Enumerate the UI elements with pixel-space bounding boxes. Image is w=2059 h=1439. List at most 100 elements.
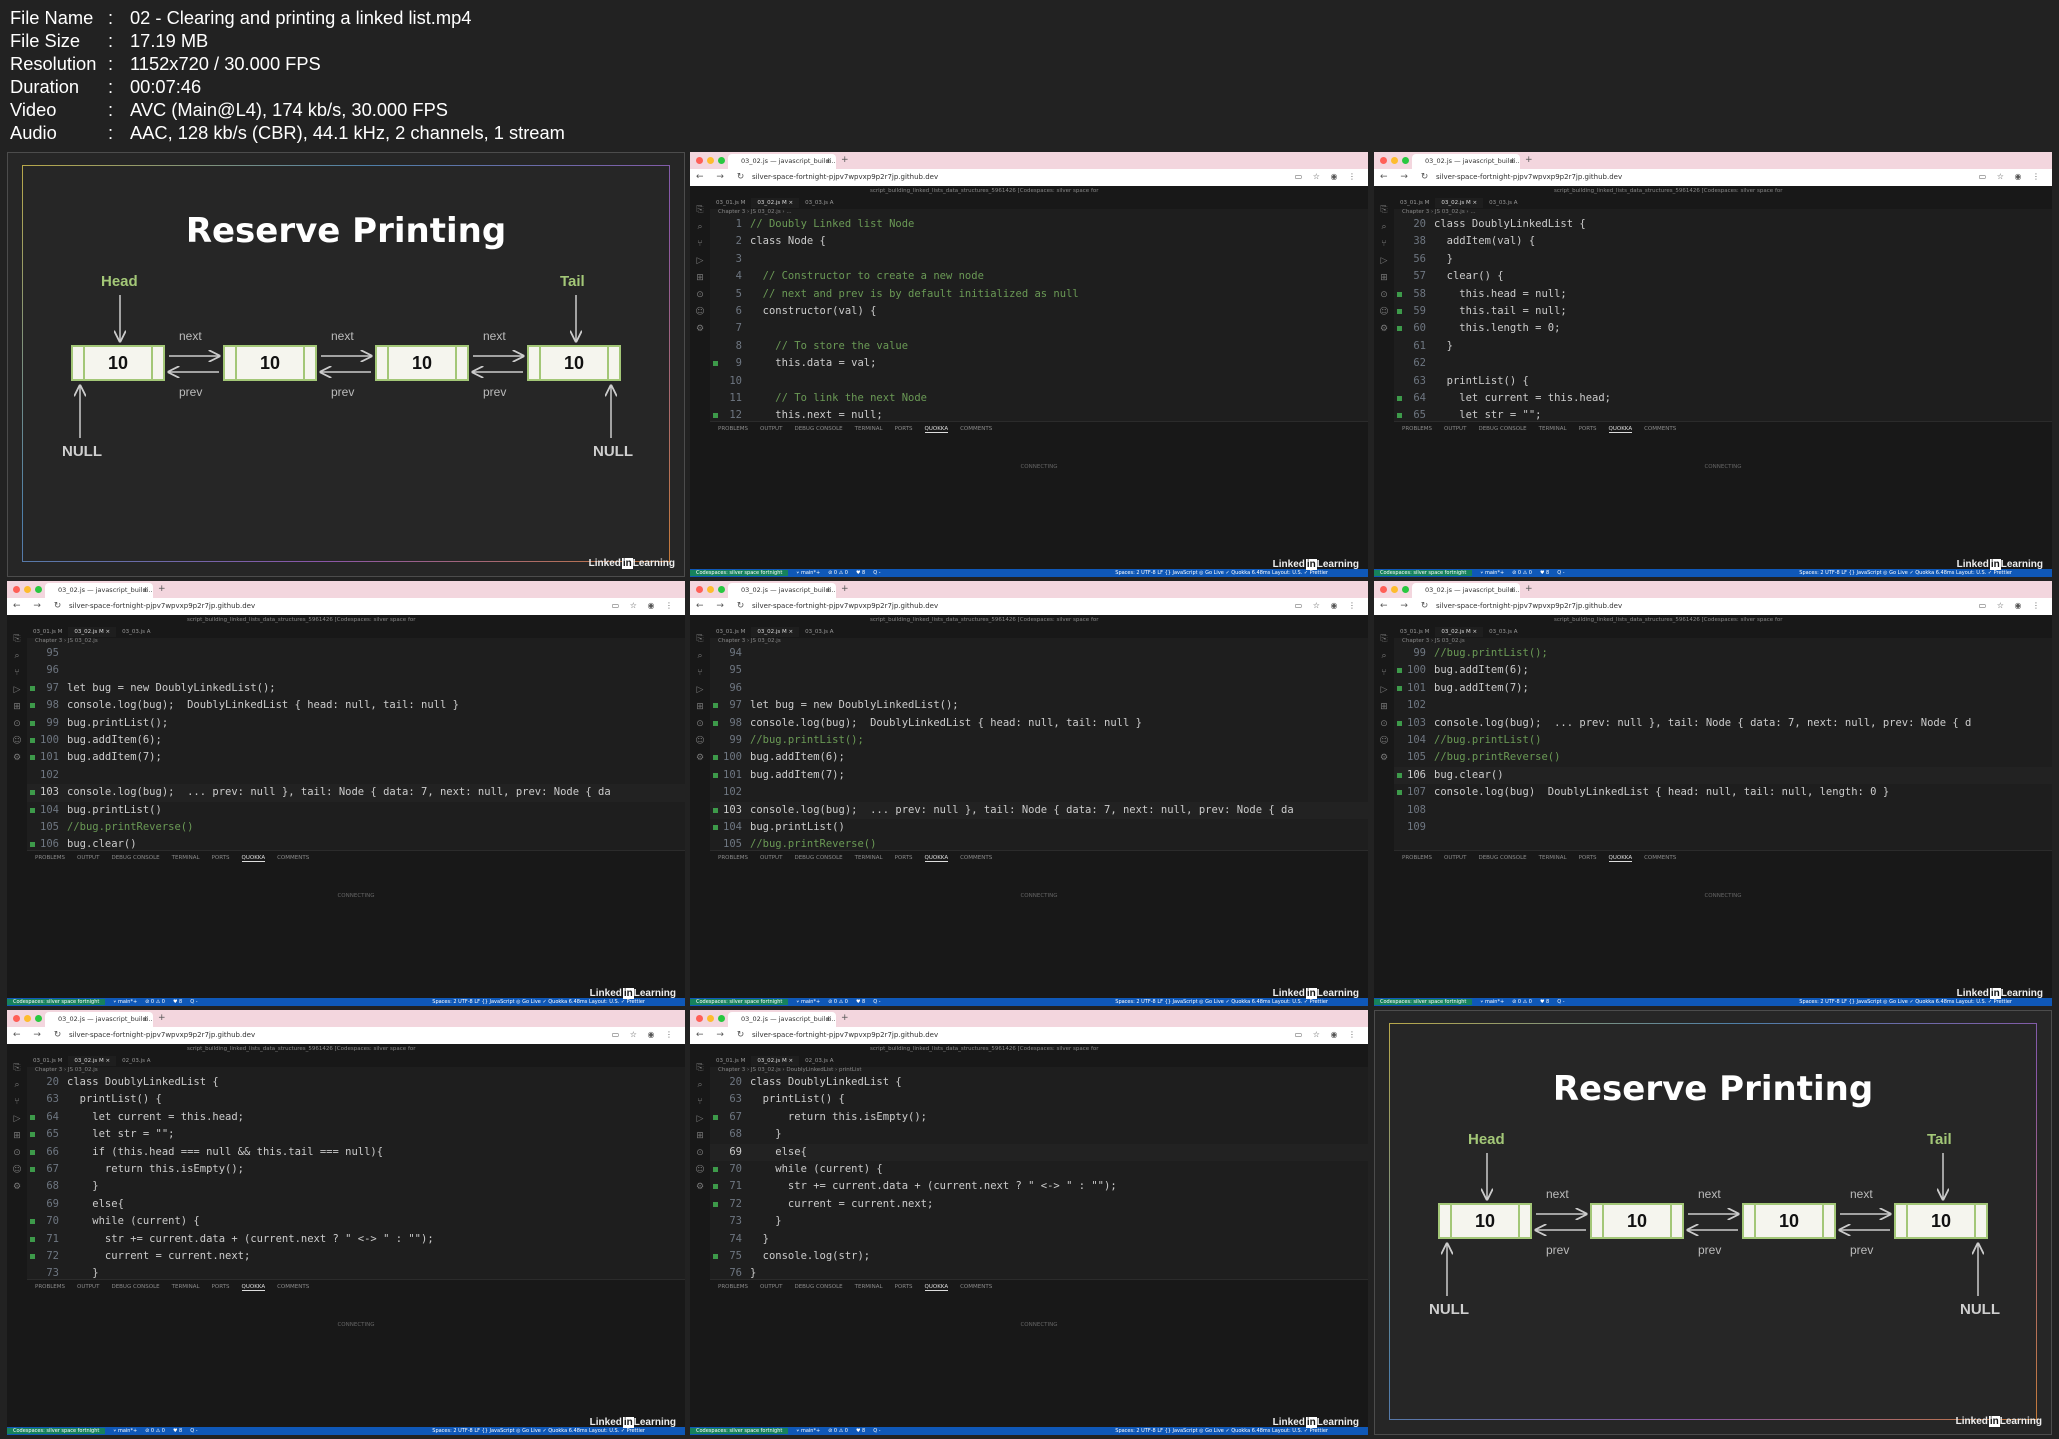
minimize-window-button[interactable]	[24, 1015, 31, 1022]
editor-tab[interactable]: 03_01.js M	[710, 1056, 751, 1066]
activity-bar-icon[interactable]: ⊞	[7, 1131, 27, 1141]
remote-indicator[interactable]: Codespaces: silver space fortnight	[690, 999, 789, 1005]
activity-bar-icon[interactable]: ⊞	[1374, 273, 1394, 283]
panel-tab[interactable]: DEBUG CONSOLE	[794, 426, 842, 432]
editor-tab[interactable]: 03_02.js M ×	[68, 1056, 117, 1066]
editor-tab[interactable]: 03_02.js M ×	[751, 198, 800, 208]
editor-tab[interactable]: 03_01.js M	[710, 627, 751, 637]
tab-close-icon[interactable]: ×	[143, 1015, 148, 1023]
activity-bar-icon[interactable]: ⚙	[7, 1182, 27, 1192]
panel-tab[interactable]: OUTPUT	[1444, 855, 1466, 861]
code-editor[interactable]: 94 95 96 97 let bug = new DoublyLinkedList()…	[710, 645, 1368, 850]
panel-tab[interactable]: DEBUG CONSOLE	[1478, 426, 1526, 432]
panel-tab[interactable]: PROBLEMS	[1402, 426, 1432, 432]
editor-tab[interactable]: 03_02.js M ×	[1435, 198, 1484, 208]
activity-bar-icon[interactable]: ⊙	[1374, 290, 1394, 300]
activity-bar-icon[interactable]: ▷	[690, 256, 710, 266]
panel-tab[interactable]: DEBUG CONSOLE	[111, 1284, 159, 1290]
activity-bar-icon[interactable]: ⚙	[1374, 324, 1394, 334]
panel-tab[interactable]: COMMENTS	[960, 1284, 992, 1290]
close-window-button[interactable]	[1380, 586, 1387, 593]
remote-indicator[interactable]: Codespaces: silver space fortnight	[690, 1428, 789, 1434]
status-item[interactable]: ⑂ main*+	[1480, 999, 1504, 1005]
status-item[interactable]: ⊘ 0 ⚠ 0	[828, 999, 848, 1005]
activity-bar-icon[interactable]: ⎘	[690, 634, 710, 644]
browser-nav-buttons[interactable]: ← → ↻	[696, 1030, 749, 1040]
panel-tab[interactable]: OUTPUT	[760, 426, 782, 432]
minimize-window-button[interactable]	[707, 586, 714, 593]
panel-tab[interactable]: DEBUG CONSOLE	[111, 855, 159, 861]
status-right[interactable]: Spaces: 2 UTF-8 LF {} JavaScript ◎ Go Li…	[1115, 570, 1328, 576]
new-tab-button[interactable]: +	[1525, 584, 1533, 594]
close-window-button[interactable]	[13, 1015, 20, 1022]
tab-close-icon[interactable]: ×	[826, 586, 831, 594]
editor-tab[interactable]: 03_01.js M	[1394, 198, 1435, 208]
activity-bar-icon[interactable]: ⌕	[1374, 222, 1394, 232]
editor-tab[interactable]: 03_01.js M	[710, 198, 751, 208]
activity-bar-icon[interactable]: ▷	[7, 685, 27, 695]
panel-tab[interactable]: QUOKKA	[241, 855, 266, 862]
panel-tab[interactable]: OUTPUT	[760, 855, 782, 861]
breadcrumb[interactable]: Chapter 3 › JS 03_02.js	[35, 638, 98, 644]
activity-bar-icon[interactable]: ⌕	[1374, 651, 1394, 661]
breadcrumb[interactable]: Chapter 3 › JS 03_02.js › ...	[718, 209, 792, 215]
activity-bar-icon[interactable]: ⚙	[690, 1182, 710, 1192]
activity-bar-icon[interactable]: ⚙	[690, 753, 710, 763]
browser-toolbar-icons[interactable]: ▭ ☆ ◉ ⋮	[1979, 601, 2044, 610]
activity-bar-icon[interactable]: ▷	[690, 685, 710, 695]
browser-toolbar-icons[interactable]: ▭ ☆ ◉ ⋮	[612, 601, 677, 610]
code-editor[interactable]: 1 // Doubly Linked list Node 2 class Node {…	[710, 216, 1368, 421]
new-tab-button[interactable]: +	[1525, 155, 1533, 165]
browser-toolbar-icons[interactable]: ▭ ☆ ◉ ⋮	[612, 1030, 677, 1039]
address-bar[interactable]: silver-space-fortnight-pjpv7wpvxp9p2r7jp…	[752, 172, 1288, 183]
status-item[interactable]: ⑂ main*+	[796, 570, 820, 576]
browser-toolbar-icons[interactable]: ▭ ☆ ◉ ⋮	[1979, 172, 2044, 181]
panel-tab[interactable]: PORTS	[1579, 426, 1597, 432]
panel-tab[interactable]: PORTS	[212, 855, 230, 861]
panel-tab[interactable]: TERMINAL	[855, 1284, 883, 1290]
panel-tab[interactable]: TERMINAL	[172, 1284, 200, 1290]
status-item[interactable]: Q -	[1557, 999, 1564, 1005]
panel-tab[interactable]: TERMINAL	[1539, 426, 1567, 432]
address-bar[interactable]: silver-space-fortnight-pjpv7wpvxp9p2r7jp…	[1436, 601, 1972, 612]
panel-tab[interactable]: COMMENTS	[277, 855, 309, 861]
editor-tab[interactable]: 03_01.js M	[1394, 627, 1435, 637]
activity-bar-icon[interactable]: ☺	[7, 1165, 27, 1175]
status-item[interactable]: ♥ 8	[1540, 570, 1549, 576]
activity-bar-icon[interactable]: ⊞	[690, 702, 710, 712]
panel-tab[interactable]: COMMENTS	[960, 855, 992, 861]
activity-bar-icon[interactable]: ☺	[1374, 307, 1394, 317]
code-editor[interactable]: 20 class DoublyLinkedList {38 addItem(val…	[1394, 216, 2052, 421]
panel-tab[interactable]: PROBLEMS	[1402, 855, 1432, 861]
maximize-window-button[interactable]	[718, 586, 725, 593]
activity-bar-icon[interactable]: ⊙	[690, 719, 710, 729]
remote-indicator[interactable]: Codespaces: silver space fortnight	[7, 999, 106, 1005]
panel-tab[interactable]: TERMINAL	[172, 855, 200, 861]
activity-bar-icon[interactable]: ⑂	[1374, 239, 1394, 249]
editor-tab[interactable]: 03_01.js M	[27, 1056, 68, 1066]
activity-bar-icon[interactable]: ⊞	[1374, 702, 1394, 712]
panel-tab[interactable]: QUOKKA	[924, 1284, 949, 1291]
activity-bar-icon[interactable]: ☺	[1374, 736, 1394, 746]
editor-tab[interactable]: 03_03.js A	[799, 198, 839, 208]
status-item[interactable]: Q -	[190, 1428, 197, 1434]
panel-tab[interactable]: COMMENTS	[1644, 426, 1676, 432]
browser-nav-buttons[interactable]: ← → ↻	[13, 1030, 66, 1040]
browser-tab[interactable]: 03_02.js — javascript_buildi... ×	[45, 1012, 153, 1027]
status-item[interactable]: ⊘ 0 ⚠ 0	[828, 1428, 848, 1434]
panel-tab[interactable]: PORTS	[895, 1284, 913, 1290]
editor-tab[interactable]: 03_03.js A	[116, 627, 156, 637]
editor-tab[interactable]: 03_02.js M ×	[68, 627, 117, 637]
activity-bar-icon[interactable]: ☺	[7, 736, 27, 746]
activity-bar-icon[interactable]: ☺	[690, 736, 710, 746]
panel-tab[interactable]: TERMINAL	[855, 855, 883, 861]
status-item[interactable]: ♥ 8	[856, 570, 865, 576]
remote-indicator[interactable]: Codespaces: silver space fortnight	[1374, 570, 1473, 576]
status-item[interactable]: ⑂ main*+	[796, 999, 820, 1005]
new-tab-button[interactable]: +	[841, 584, 849, 594]
browser-tab[interactable]: 03_02.js — javascript_buildi... ×	[1412, 154, 1520, 169]
new-tab-button[interactable]: +	[841, 155, 849, 165]
status-right[interactable]: Spaces: 2 UTF-8 LF {} JavaScript ◎ Go Li…	[1115, 999, 1328, 1005]
minimize-window-button[interactable]	[1391, 157, 1398, 164]
status-item[interactable]: Q -	[190, 999, 197, 1005]
